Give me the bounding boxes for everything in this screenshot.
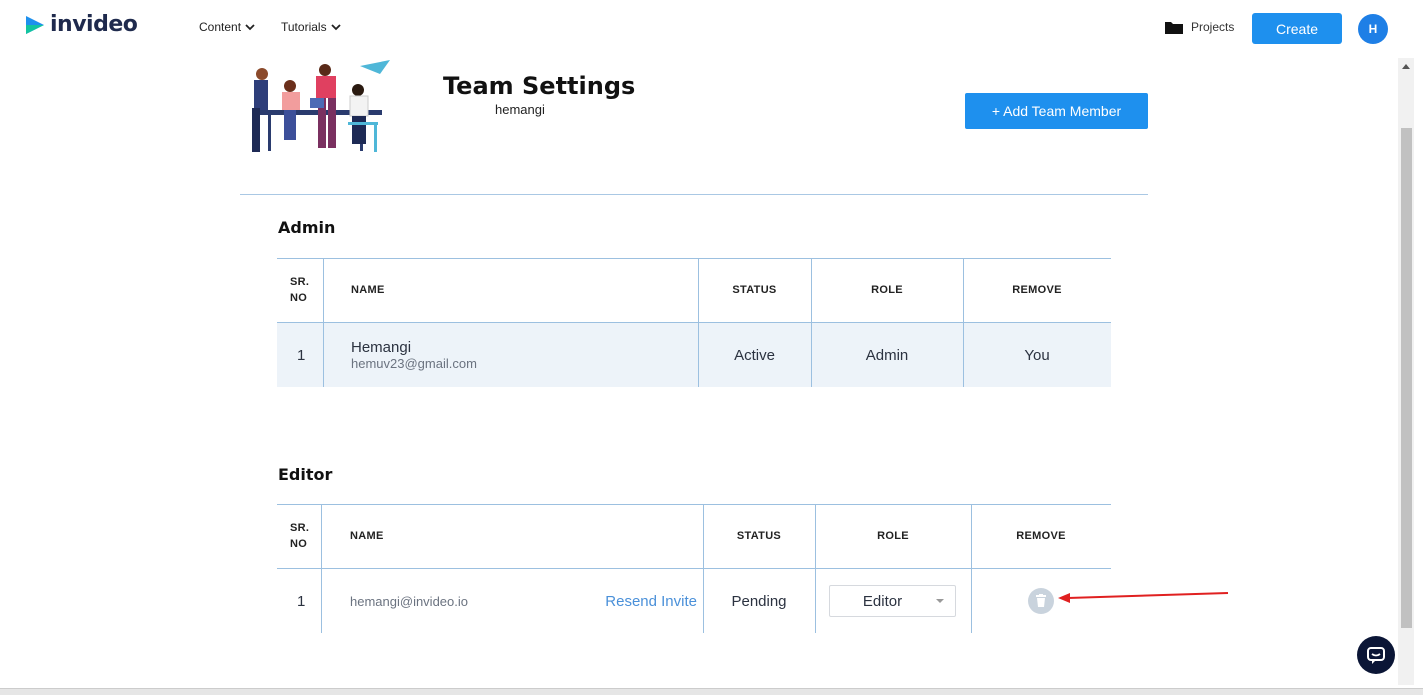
column-divider (321, 504, 322, 633)
member-name: Hemangi (351, 339, 412, 356)
column-divider (323, 258, 324, 387)
projects-label: Projects (1191, 20, 1235, 34)
column-divider (698, 258, 699, 387)
row-sr: 1 (297, 592, 306, 610)
header-remove: REMOVE (1016, 530, 1066, 542)
invitee-email: hemangi@invideo.io (350, 593, 468, 609)
header-sr: SR. (290, 276, 310, 288)
table-row: 1 Hemangi hemuv23@gmail.com Active Admin… (277, 323, 1111, 387)
header-name: NAME (350, 530, 384, 542)
editor-section-title: Editor (278, 465, 333, 484)
nav-tutorials-menu[interactable]: Tutorials (281, 20, 341, 34)
remove-member-button[interactable] (1028, 588, 1054, 614)
header-sr-no: SR. NO (277, 258, 323, 322)
column-divider (703, 504, 704, 633)
role-select-value: Editor (862, 592, 903, 610)
column-divider (815, 504, 816, 633)
brand-name: invideo (50, 12, 138, 37)
chat-icon (1367, 647, 1385, 664)
editor-header-row: SR. NO NAME STATUS ROLE REMOVE (277, 504, 1111, 568)
invideo-logo[interactable]: invideo (24, 12, 138, 37)
page-title: Team Settings (443, 72, 636, 100)
chat-widget-button[interactable] (1357, 636, 1395, 674)
caret-down-icon (936, 599, 944, 603)
section-divider (240, 194, 1148, 195)
chevron-down-icon (245, 24, 255, 31)
trash-icon (1036, 594, 1046, 607)
member-info: Hemangi hemuv23@gmail.com (324, 323, 698, 387)
member-email: hemuv23@gmail.com (351, 356, 477, 371)
role-select[interactable]: Editor (829, 585, 956, 617)
header-role: ROLE (877, 530, 909, 542)
row-sr: 1 (297, 346, 306, 364)
member-role: Admin (865, 346, 909, 364)
header-sr: SR. (290, 522, 310, 534)
column-divider (811, 258, 812, 387)
create-button[interactable]: Create (1252, 13, 1342, 44)
column-divider (971, 504, 972, 633)
header-sr-no: SR. NO (277, 504, 321, 568)
admin-section-title: Admin (278, 218, 336, 237)
header-no: NO (290, 292, 308, 304)
header-remove: REMOVE (1012, 284, 1062, 296)
invitee-status: Pending (731, 592, 787, 610)
nav-content-label: Content (199, 20, 242, 34)
play-logo-icon (26, 15, 44, 34)
user-avatar[interactable]: H (1358, 14, 1388, 44)
header-no: NO (290, 538, 308, 550)
team-name: hemangi (495, 102, 545, 117)
projects-link[interactable]: Projects (1165, 20, 1234, 34)
header-status: STATUS (736, 530, 782, 542)
annotation-arrow (1058, 592, 1229, 603)
table-row: 1 hemangi@invideo.io Resend Invite Pendi… (277, 569, 1111, 633)
header-name: NAME (351, 284, 385, 296)
nav-tutorials-label: Tutorials (281, 20, 327, 34)
folder-icon (1165, 22, 1183, 34)
column-divider (963, 258, 964, 387)
top-navbar: invideo Content Tutorials Projects Creat… (0, 0, 1423, 58)
scroll-up-icon[interactable] (1401, 62, 1411, 72)
scrollbar-thumb[interactable] (1401, 128, 1412, 628)
header-role: ROLE (871, 284, 903, 296)
nav-content-menu[interactable]: Content (199, 20, 255, 34)
resend-invite-link[interactable]: Resend Invite (577, 569, 697, 633)
add-team-member-button[interactable]: + Add Team Member (965, 93, 1148, 129)
team-illustration (252, 60, 390, 152)
chevron-down-icon (330, 24, 341, 31)
member-status: Active (734, 346, 775, 364)
member-remove: You (1024, 346, 1050, 364)
editor-table: SR. NO NAME STATUS ROLE REMOVE 1 hemangi… (277, 504, 1111, 634)
header-status: STATUS (732, 284, 777, 296)
admin-table: SR. NO NAME STATUS ROLE REMOVE 1 Hemangi… (277, 258, 1111, 388)
admin-header-row: SR. NO NAME STATUS ROLE REMOVE (277, 258, 1111, 322)
